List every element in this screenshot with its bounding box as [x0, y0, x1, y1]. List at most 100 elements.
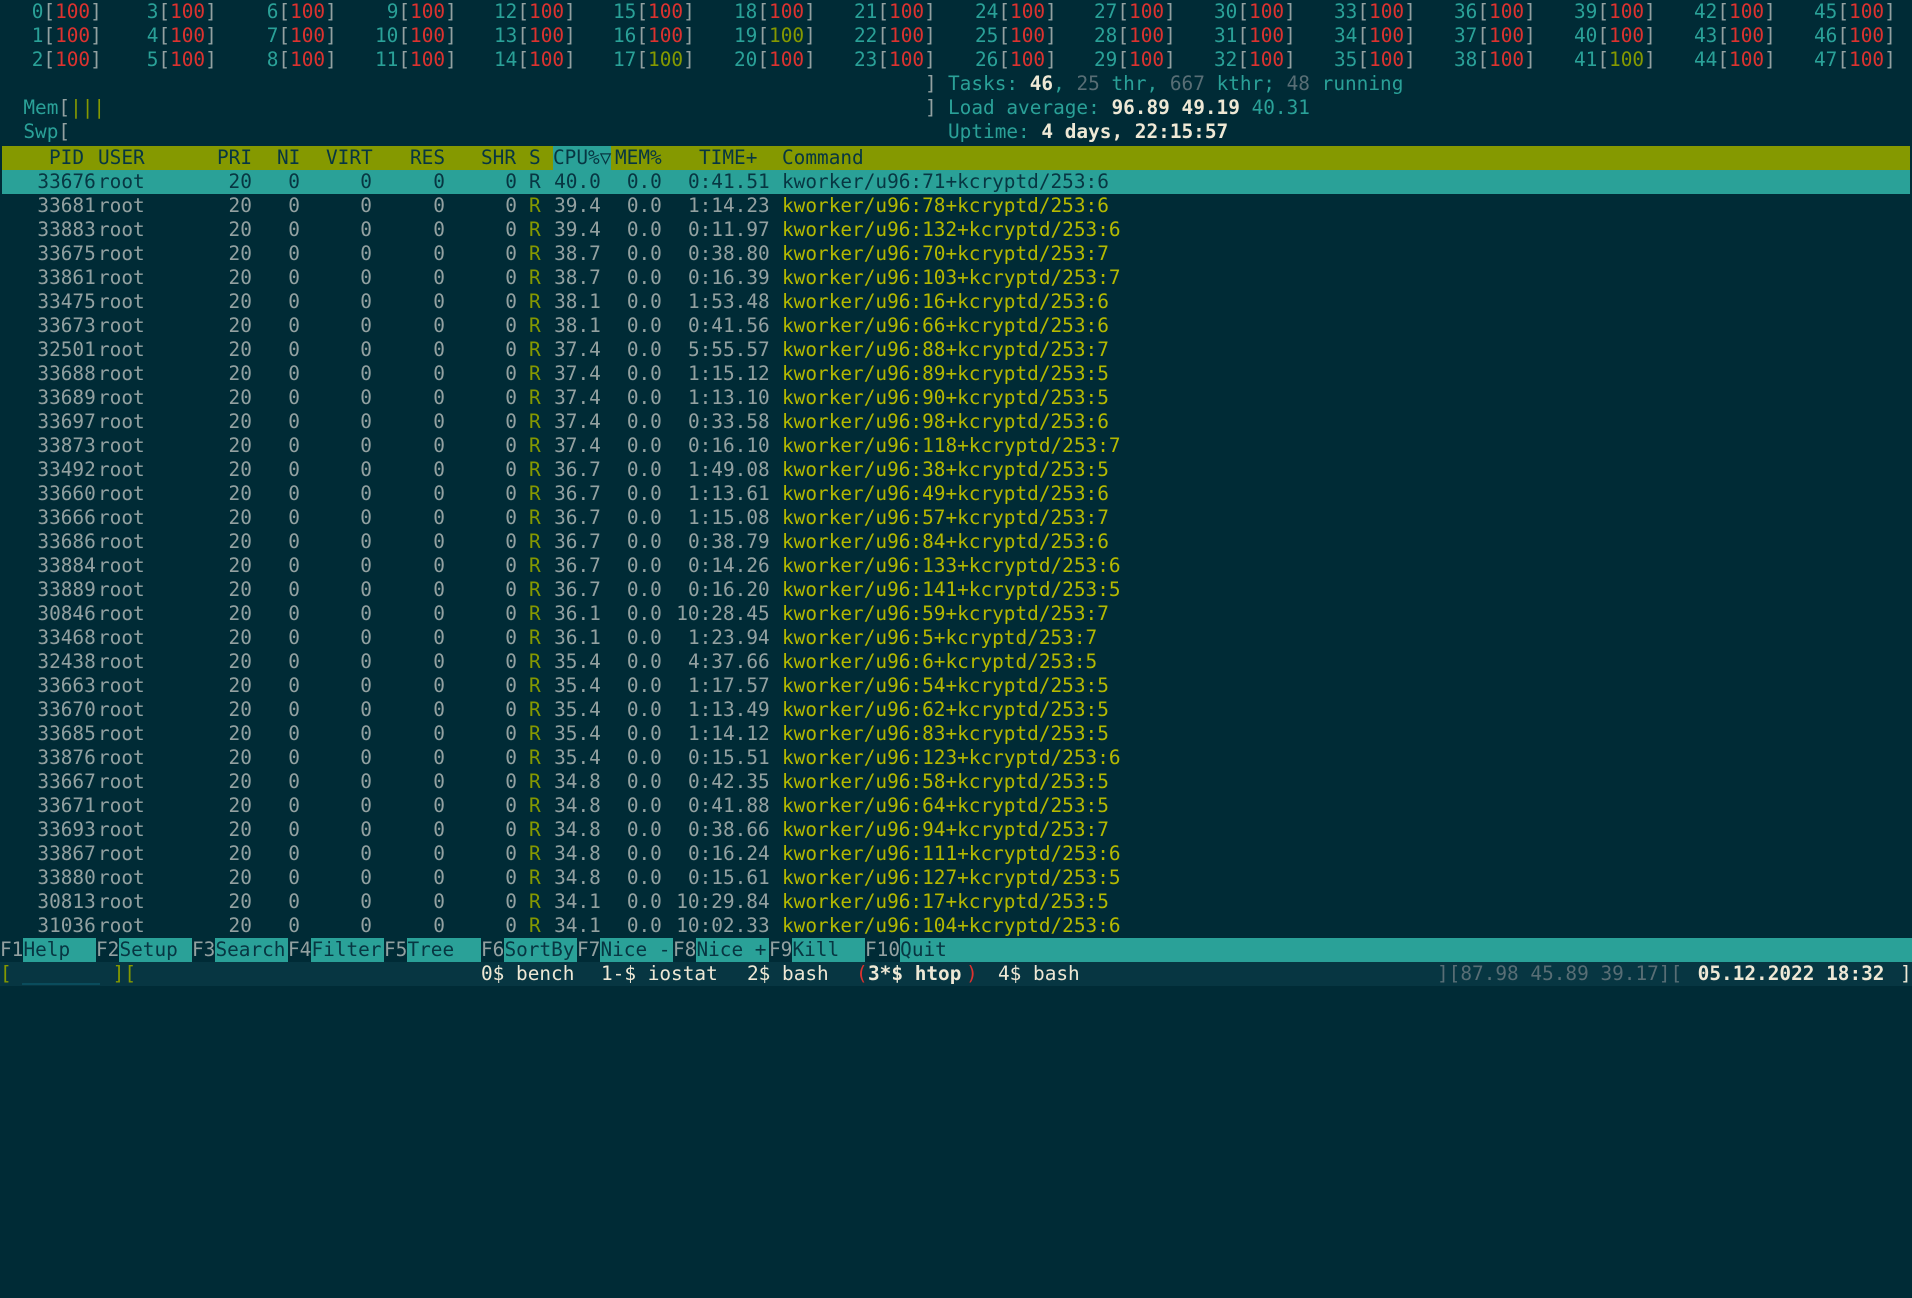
process-row[interactable]: 33688 root 20 0 0 0 0 R 37.4 0.0 1:15.12 kworker/u9…	[2, 362, 1910, 386]
cell-pid: 33667	[37, 770, 96, 793]
process-row[interactable]: 33876 root 20 0 0 0 0 R 35.4 0.0 0:15.51 kworker/u9…	[2, 746, 1910, 770]
cell-res: 0	[433, 554, 445, 577]
cell-time: 4:37.66	[687, 650, 770, 673]
fkey-f7[interactable]: F7	[577, 938, 601, 962]
fkey-label-f3[interactable]: Search	[215, 938, 285, 962]
process-row[interactable]: 33667 root 20 0 0 0 0 R 34.8 0.0 0:42.35 kworker/u9…	[2, 770, 1910, 794]
cpu-id: 46	[1814, 24, 1838, 47]
cell-virt: 0	[360, 674, 372, 697]
process-row[interactable]: 32438 root 20 0 0 0 0 R 35.4 0.0 4:37.66 kworker/u9…	[2, 650, 1910, 674]
process-row[interactable]: 33686 root 20 0 0 0 0 R 36.7 0.0 0:38.79 kworker/u9…	[2, 530, 1910, 554]
process-row[interactable]: 33666 root 20 0 0 0 0 R 36.7 0.0 1:15.08 kworker/u9…	[2, 506, 1910, 530]
process-row[interactable]: 33873 root 20 0 0 0 0 R 37.4 0.0 0:16.10 kworker/u9…	[2, 434, 1910, 458]
cpu-value: 100	[648, 48, 684, 71]
col-shr[interactable]: SHR	[481, 146, 516, 170]
fkey-f9[interactable]: F9	[769, 938, 793, 962]
process-row[interactable]: 33663 root 20 0 0 0 0 R 35.4 0.0 1:17.57 kworker/u9…	[2, 674, 1910, 698]
fkey-f4[interactable]: F4	[288, 938, 312, 962]
cell-pid: 33673	[37, 314, 96, 337]
process-row[interactable]: 33861 root 20 0 0 0 0 R 38.7 0.0 0:16.39 kworker/u9…	[2, 266, 1910, 290]
col-pid[interactable]: PID	[49, 146, 84, 170]
process-row[interactable]: 33660 root 20 0 0 0 0 R 36.7 0.0 1:13.61 kworker/u9…	[2, 482, 1910, 506]
col-pri[interactable]: PRI	[217, 146, 252, 170]
cpu-value: 100	[410, 0, 446, 23]
process-row[interactable]: 33492 root 20 0 0 0 0 R 36.7 0.0 1:49.08 kworker/u9…	[2, 458, 1910, 482]
cpu-id: 15	[613, 0, 637, 23]
col-cpu[interactable]: CPU%▽	[553, 146, 612, 170]
cpu-bracket-close: ]	[1764, 48, 1776, 71]
cell-s: R	[529, 794, 541, 817]
fkey-label-f7[interactable]: Nice -	[600, 938, 670, 962]
cpu-value: 100	[170, 24, 206, 47]
cell-virt: 0	[360, 218, 372, 241]
process-row[interactable]: 33685 root 20 0 0 0 0 R 35.4 0.0 1:14.12 kworker/u9…	[2, 722, 1910, 746]
cpu-id: 20	[734, 48, 758, 71]
tmux-window-2[interactable]: 2$ bash	[747, 962, 829, 986]
tmux-window-3[interactable]: 3*$ htop	[868, 962, 961, 986]
cell-user: root	[98, 698, 145, 721]
process-row[interactable]: 33697 root 20 0 0 0 0 R 37.4 0.0 0:33.58 kworker/u9…	[2, 410, 1910, 434]
process-row[interactable]: 30846 root 20 0 0 0 0 R 36.1 0.0 10:28.45 kworker/u…	[2, 602, 1910, 626]
process-row[interactable]: 33676 root 20 0 0 0 0 R 40.0 0.0 0:41.51 kworker/u9…	[2, 170, 1910, 194]
fkey-f6[interactable]: F6	[481, 938, 505, 962]
process-row[interactable]: 30813 root 20 0 0 0 0 R 34.1 0.0 10:29.84 kworker/u…	[2, 890, 1910, 914]
fkey-label-f2[interactable]: Setup	[119, 938, 189, 962]
cpu-bracket-close: ]	[1045, 0, 1057, 23]
fkey-f5[interactable]: F5	[384, 938, 408, 962]
cell-mem: 0.0	[626, 842, 662, 865]
cpu-value: 100	[1369, 24, 1405, 47]
fkey-label-f4[interactable]: Filter	[311, 938, 381, 962]
process-row[interactable]: 33475 root 20 0 0 0 0 R 38.1 0.0 1:53.48 kworker/u9…	[2, 290, 1910, 314]
cell-shr: 0	[505, 314, 517, 337]
process-row[interactable]: 33671 root 20 0 0 0 0 R 34.8 0.0 0:41.88 kworker/u9…	[2, 794, 1910, 818]
process-row[interactable]: 33693 root 20 0 0 0 0 R 34.8 0.0 0:38.66 kworker/u9…	[2, 818, 1910, 842]
col-user[interactable]: USER	[98, 146, 145, 170]
cell-cmd: kworker/u96:88+kcryptd/253:7	[782, 338, 1109, 361]
col-virt[interactable]: VIRT	[326, 146, 373, 170]
cpu-value: 100	[769, 24, 805, 47]
process-row[interactable]: 33675 root 20 0 0 0 0 R 38.7 0.0 0:38.80 kworker/u9…	[2, 242, 1910, 266]
fkey-f1[interactable]: F1	[0, 938, 24, 962]
process-row[interactable]: 33468 root 20 0 0 0 0 R 36.1 0.0 1:23.94 kworker/u9…	[2, 626, 1910, 650]
col-ni[interactable]: NI	[277, 146, 300, 170]
process-row[interactable]: 32501 root 20 0 0 0 0 R 37.4 0.0 5:55.57 kworker/u9…	[2, 338, 1910, 362]
process-row[interactable]: 33884 root 20 0 0 0 0 R 36.7 0.0 0:14.26 kworker/u9…	[2, 554, 1910, 578]
process-row[interactable]: 33867 root 20 0 0 0 0 R 34.8 0.0 0:16.24 kworker/u9…	[2, 842, 1910, 866]
process-row[interactable]: 33670 root 20 0 0 0 0 R 35.4 0.0 1:13.49 kworker/u9…	[2, 698, 1910, 722]
fkey-f2[interactable]: F2	[96, 938, 120, 962]
process-table-header[interactable]: PID USER PRI NI VIRT RES SHR S CPU%▽ MEM…	[2, 146, 1910, 170]
process-row[interactable]: 33681 root 20 0 0 0 0 R 39.4 0.0 1:14.23 kworker/u9…	[2, 194, 1910, 218]
process-row[interactable]: 33889 root 20 0 0 0 0 R 36.7 0.0 0:16.20 kworker/u9…	[2, 578, 1910, 602]
tmux-window-1[interactable]: 1-$ iostat	[601, 962, 718, 986]
process-row[interactable]: 31036 root 20 0 0 0 0 R 34.1 0.0 10:02.33 kworker/u…	[2, 914, 1910, 938]
col-mem[interactable]: MEM%	[615, 146, 662, 170]
fkey-label-f8[interactable]: Nice +	[696, 938, 766, 962]
process-row[interactable]: 33880 root 20 0 0 0 0 R 34.8 0.0 0:15.61 kworker/u9…	[2, 866, 1910, 890]
cell-res: 0	[433, 266, 445, 289]
fkey-f8[interactable]: F8	[673, 938, 697, 962]
col-res[interactable]: RES	[410, 146, 445, 170]
fkey-f3[interactable]: F3	[192, 938, 216, 962]
cpu-meter-44: 44[100]	[1694, 48, 1776, 72]
fkey-label-f6[interactable]: SortBy	[504, 938, 574, 962]
col-time[interactable]: TIME+	[699, 146, 757, 170]
cell-shr: 0	[505, 602, 517, 625]
fkey-f10[interactable]: F10	[865, 938, 901, 962]
fkey-label-f9[interactable]: Kill	[792, 938, 862, 962]
cell-mem: 0.0	[626, 434, 662, 457]
tmux-window-0[interactable]: 0$ bench	[481, 962, 574, 986]
process-row[interactable]: 33883 root 20 0 0 0 0 R 39.4 0.0 0:11.97 kworker/u9…	[2, 218, 1910, 242]
fkey-label-f5[interactable]: Tree	[407, 938, 477, 962]
process-row[interactable]: 33689 root 20 0 0 0 0 R 37.4 0.0 1:13.10 kworker/u9…	[2, 386, 1910, 410]
fkey-label-f10[interactable]: Quit	[900, 938, 947, 962]
fkey-label-f1[interactable]: Help	[23, 938, 93, 962]
cell-ni: 0	[288, 362, 300, 385]
cpu-bracket-close: ]	[445, 0, 457, 23]
col-state[interactable]: S	[529, 146, 541, 170]
cell-cpu: 34.8	[554, 818, 601, 841]
process-row[interactable]: 33673 root 20 0 0 0 0 R 38.1 0.0 0:41.56 kworker/u9…	[2, 314, 1910, 338]
cell-pri: 20	[228, 770, 252, 793]
col-command[interactable]: Command	[782, 146, 864, 170]
tmux-window-4[interactable]: 4$ bash	[998, 962, 1080, 986]
cpu-bracket-open: [	[1357, 48, 1370, 71]
